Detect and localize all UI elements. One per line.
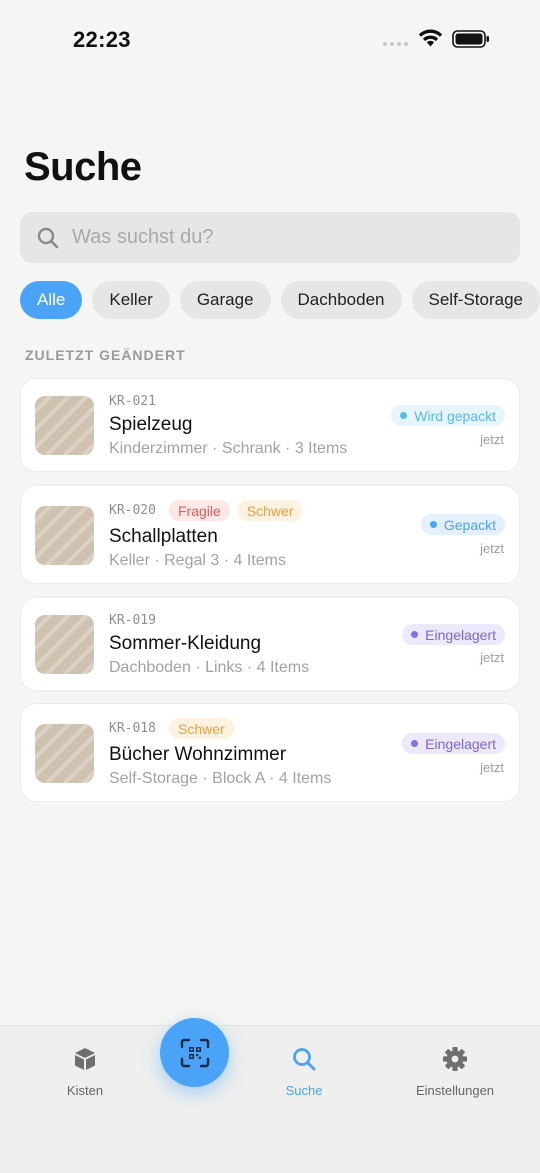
box-id: KR-020 [109, 503, 156, 518]
search-input[interactable] [72, 212, 502, 263]
tag-schwer: Schwer [169, 718, 234, 739]
box-name: Spielzeug [109, 414, 193, 435]
status-label: Wird gepackt [414, 407, 496, 424]
updated-time: jetzt [480, 541, 504, 556]
filter-chip-alle[interactable]: Alle [20, 281, 83, 319]
box-tags: Schwer [169, 718, 234, 739]
tab-label: Suche [285, 1083, 323, 1098]
status-label: Eingelagert [425, 626, 496, 643]
tab-kisten[interactable]: Kisten [30, 1046, 140, 1098]
tab-suche[interactable]: Suche [249, 1046, 359, 1098]
search-bar[interactable] [20, 212, 520, 263]
box-id: KR-019 [109, 613, 156, 628]
status-dot-icon [411, 631, 419, 638]
box-thumbnail [35, 396, 94, 455]
search-icon [293, 1048, 316, 1071]
status-dot-icon [429, 521, 437, 528]
filter-chips: Alle Keller Garage Dachboden Self-Storag… [20, 281, 540, 319]
tab-bar: Kisten Suche Einstellungen [0, 1025, 540, 1173]
status-badge: Eingelagert [402, 733, 505, 754]
search-icon [37, 227, 59, 249]
gear-icon [443, 1047, 467, 1071]
status-dot-icon [400, 412, 408, 419]
wifi-icon [418, 29, 443, 47]
box-thumbnail [35, 615, 94, 674]
box-meta: Self-Storage · Block A · 4 Items [109, 770, 332, 787]
status-bar: 22:23 [0, 0, 540, 80]
box-card[interactable]: KR-018 Schwer Bücher Wohnzimmer Self-Sto… [20, 703, 520, 802]
box-id: KR-018 [109, 721, 156, 736]
status-label: Gepackt [443, 516, 496, 533]
status-dot-icon [411, 740, 419, 747]
updated-time: jetzt [480, 432, 504, 447]
status-time: 22:23 [73, 27, 131, 52]
box-tags: Fragile Schwer [169, 500, 303, 521]
filter-chip-garage[interactable]: Garage [179, 281, 271, 319]
box-name: Sommer-Kleidung [109, 633, 262, 654]
box-meta: Keller · Regal 3 · 4 Items [109, 552, 286, 569]
qr-scan-icon [180, 1038, 209, 1067]
updated-time: jetzt [480, 760, 504, 775]
box-meta: Kinderzimmer · Schrank · 3 Items [109, 440, 348, 457]
tag-fragile: Fragile [169, 500, 230, 521]
box-card[interactable]: KR-020 Fragile Schwer Schallplatten Kell… [20, 485, 520, 584]
scan-qr-button[interactable] [160, 1018, 229, 1087]
filter-chip-self-storage[interactable]: Self-Storage [411, 281, 540, 319]
box-meta: Dachboden · Links · 4 Items [109, 659, 310, 676]
cellular-signal-icon [383, 42, 408, 46]
box-name: Schallplatten [109, 526, 218, 547]
status-badge: Gepackt [420, 514, 505, 535]
updated-time: jetzt [480, 650, 504, 665]
box-thumbnail [35, 724, 94, 783]
box-name: Bücher Wohnzimmer [109, 744, 287, 765]
section-label-recent: ZULETZT GEÄNDERT [25, 347, 186, 363]
status-badge: Wird gepackt [391, 405, 505, 426]
filter-chip-dachboden[interactable]: Dachboden [280, 281, 402, 319]
status-badge: Eingelagert [402, 624, 505, 645]
status-label: Eingelagert [425, 735, 496, 752]
tab-label: Kisten [66, 1083, 104, 1098]
tab-einstellungen[interactable]: Einstellungen [400, 1046, 510, 1098]
tag-schwer: Schwer [237, 500, 303, 521]
filter-chip-keller[interactable]: Keller [92, 281, 170, 319]
tab-label: Einstellungen [415, 1083, 495, 1098]
box-card[interactable]: KR-021 Spielzeug Kinderzimmer · Schrank … [20, 378, 520, 472]
battery-icon [452, 30, 489, 48]
page-title: Suche [24, 145, 142, 189]
box-thumbnail [35, 506, 94, 565]
box-card[interactable]: KR-019 Sommer-Kleidung Dachboden · Links… [20, 597, 520, 691]
box-icon [75, 1048, 95, 1070]
box-id: KR-021 [109, 394, 156, 409]
